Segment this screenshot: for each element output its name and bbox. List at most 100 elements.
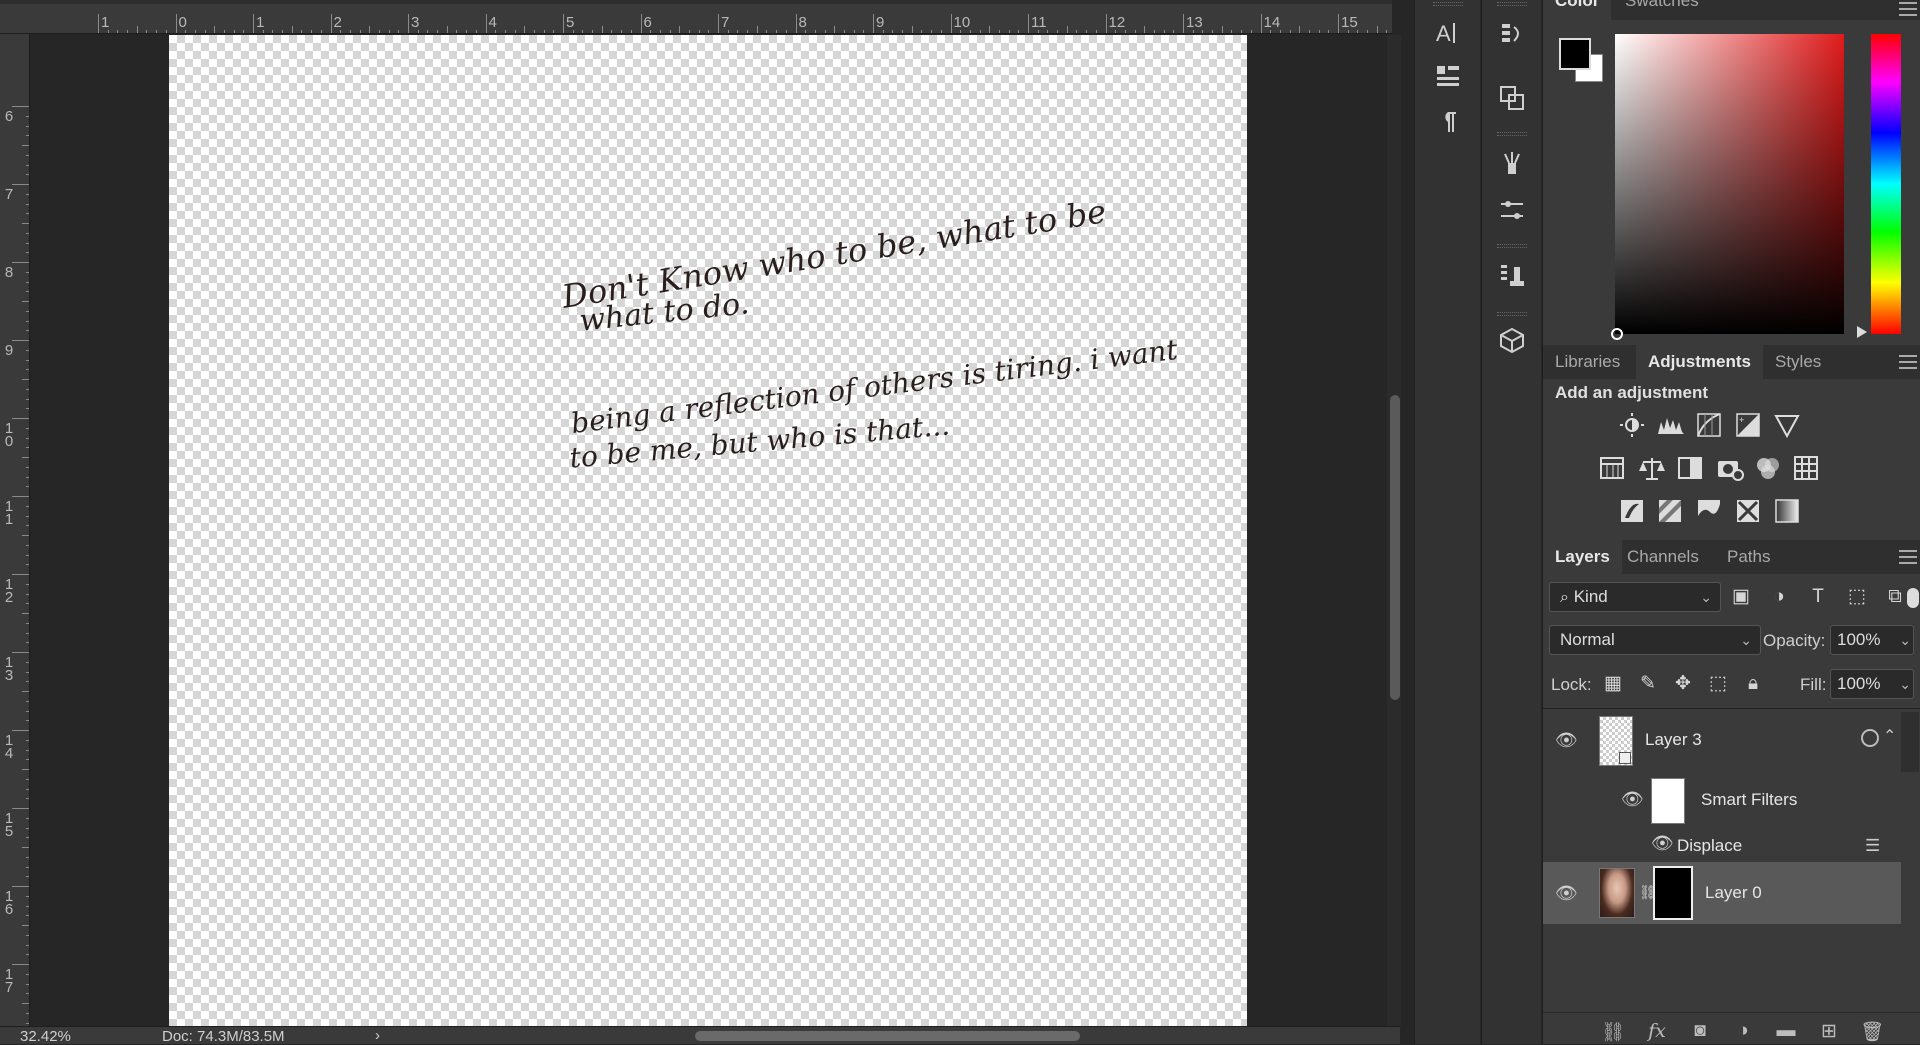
lock-transparent-pixels-icon[interactable]: ▦ <box>1599 670 1627 698</box>
chevron-up-icon[interactable]: ⌃ <box>1883 726 1896 746</box>
layer-thumbnail[interactable] <box>1599 716 1633 766</box>
layer-name[interactable]: Layer 3 <box>1645 730 1702 750</box>
lock-position-icon[interactable]: ✥ <box>1669 670 1697 698</box>
add-mask-icon[interactable]: ◙ <box>1685 1020 1715 1042</box>
curves-icon[interactable] <box>1696 412 1722 438</box>
horizontal-ruler[interactable]: 1 0 1 2 3 4 5 6 7 8 9 10 11 12 13 14 15 <box>0 0 1392 34</box>
tab-layers[interactable]: Layers <box>1543 540 1622 574</box>
visibility-eye-icon[interactable]: 👁︎ <box>1555 883 1578 904</box>
hue-slider[interactable] <box>1871 34 1901 334</box>
vibrance-icon[interactable] <box>1774 412 1800 439</box>
layer-mask-thumbnail[interactable] <box>1653 866 1693 920</box>
tab-paths[interactable]: Paths <box>1715 540 1782 574</box>
glyphs-icon[interactable] <box>1430 58 1466 94</box>
new-layer-icon[interactable]: ⊞ <box>1814 1020 1844 1043</box>
lock-artboard-icon[interactable]: ⬚ <box>1704 670 1732 698</box>
filter-blending-options-icon[interactable]: ☰ <box>1865 836 1880 856</box>
status-menu-arrow[interactable]: › <box>375 1027 380 1044</box>
ruler-minor-tick <box>456 30 458 33</box>
character-icon[interactable]: A <box>1430 15 1466 51</box>
history-icon[interactable] <box>1494 15 1530 51</box>
link-layers-icon[interactable]: ⛓︎ <box>1598 1020 1628 1044</box>
channel-mixer-icon[interactable] <box>1755 455 1781 481</box>
color-lookup-icon[interactable] <box>1793 455 1819 481</box>
color-balance-icon[interactable] <box>1638 455 1665 481</box>
visibility-eye-icon[interactable]: 👁︎ <box>1621 789 1644 810</box>
shape-layer-filter-icon[interactable]: ⬚ <box>1843 583 1871 611</box>
visibility-eye-icon[interactable]: 👁︎ <box>1555 730 1578 751</box>
layer-name[interactable]: Smart Filters <box>1701 790 1797 810</box>
delete-layer-icon[interactable]: 🗑︎ <box>1857 1020 1887 1044</box>
color-picker-field[interactable] <box>1611 34 1844 340</box>
layer-filter-toggle[interactable] <box>1907 588 1919 608</box>
tab-swatches[interactable]: Swatches <box>1613 0 1711 20</box>
ruler-minor-tick <box>679 26 681 33</box>
adjustment-layer-filter-icon[interactable]: ◑ <box>1765 583 1793 611</box>
new-group-icon[interactable]: ▬ <box>1771 1020 1801 1042</box>
selective-color-icon[interactable] <box>1735 498 1761 524</box>
dock-grip[interactable] <box>1497 244 1527 248</box>
panel-menu-icon[interactable] <box>1899 355 1917 369</box>
tab-styles[interactable]: Styles <box>1763 345 1833 379</box>
layers-scrollbar[interactable] <box>1901 712 1919 772</box>
layer-row-layer-3[interactable]: 👁︎ Layer 3 ⌃ <box>1543 710 1901 772</box>
black-white-icon[interactable] <box>1677 455 1703 481</box>
smart-filter-mask-thumbnail[interactable] <box>1651 778 1685 824</box>
layer-name[interactable]: Layer 0 <box>1705 883 1762 903</box>
vertical-ruler[interactable]: 6 7 8 9 10 11 12 13 14 15 16 17 <box>0 34 30 1026</box>
ruler-major-tick <box>640 14 642 33</box>
vertical-scroll-thumb[interactable] <box>1390 395 1400 700</box>
visibility-eye-icon[interactable]: 👁︎ <box>1651 833 1674 854</box>
dock-grip[interactable] <box>1497 2 1527 6</box>
brush-presets-icon[interactable] <box>1494 145 1530 181</box>
dock-grip[interactable] <box>1433 2 1463 6</box>
new-adjustment-layer-icon[interactable]: ◑ <box>1728 1020 1758 1042</box>
tab-adjustments[interactable]: Adjustments <box>1636 345 1763 379</box>
brightness-contrast-icon[interactable] <box>1619 412 1645 438</box>
dock-grip[interactable] <box>1497 312 1527 316</box>
panel-menu-icon[interactable] <box>1899 550 1917 564</box>
document-canvas[interactable]: Don't Know who to be, what to be what to… <box>169 35 1247 1026</box>
panel-menu-icon[interactable] <box>1899 2 1917 16</box>
foreground-color-swatch[interactable] <box>1559 38 1591 70</box>
gradient-map-icon[interactable] <box>1774 498 1800 524</box>
invert-icon[interactable] <box>1619 498 1645 524</box>
hue-slider-handle[interactable] <box>1857 326 1867 338</box>
layer-row-smart-filters[interactable]: 👁︎ Smart Filters <box>1543 772 1901 828</box>
posterize-icon[interactable] <box>1657 498 1683 524</box>
fx-icon[interactable]: fx <box>1642 1020 1672 1042</box>
lock-all-icon[interactable]: 🔒︎ <box>1739 670 1767 698</box>
levels-icon[interactable] <box>1657 412 1684 438</box>
tool-presets-icon[interactable] <box>1494 257 1530 293</box>
hue-saturation-icon[interactable] <box>1599 455 1625 481</box>
filter-name[interactable]: Displace <box>1677 836 1742 856</box>
exposure-icon[interactable]: + <box>1735 412 1761 438</box>
lock-image-pixels-icon[interactable]: ✎ <box>1634 670 1662 698</box>
3d-icon[interactable] <box>1494 322 1530 358</box>
ruler-major-tick <box>12 574 29 575</box>
threshold-icon[interactable] <box>1696 498 1722 524</box>
brush-settings-icon[interactable] <box>1494 192 1530 228</box>
fill-field[interactable]: 100% ⌄ <box>1830 669 1914 699</box>
tab-libraries[interactable]: Libraries <box>1543 345 1632 379</box>
pixel-layer-filter-icon[interactable]: ▣ <box>1727 583 1755 611</box>
opacity-field[interactable]: 100% ⌄ <box>1830 625 1914 655</box>
layer-row-displace-filter[interactable]: 👁︎ Displace ☰ <box>1543 828 1901 860</box>
zoom-level[interactable]: 32.42% <box>20 1028 71 1045</box>
type-layer-filter-icon[interactable]: T <box>1804 583 1832 611</box>
clone-source-icon[interactable] <box>1494 80 1530 116</box>
layer-thumbnail-photo[interactable] <box>1599 868 1635 918</box>
layer-filter-kind-dropdown[interactable]: ⌕ Kind ⌄ <box>1549 582 1721 612</box>
blend-mode-dropdown[interactable]: Normal ⌄ <box>1549 625 1761 655</box>
tab-color[interactable]: Color <box>1543 0 1612 20</box>
horizontal-scroll-thumb[interactable] <box>695 1031 1080 1041</box>
color-picker-handle[interactable] <box>1611 328 1623 340</box>
doc-size-info[interactable]: Doc: 74.3M/83.5M <box>162 1028 285 1045</box>
dock-grip[interactable] <box>1497 132 1527 136</box>
smart-object-filter-icon[interactable]: ⧉ <box>1881 583 1909 611</box>
smart-filter-indicator-icon[interactable] <box>1861 729 1879 747</box>
tab-channels[interactable]: Channels <box>1615 540 1711 574</box>
layer-row-layer-0[interactable]: 👁︎ ⛓︎ Layer 0 <box>1543 862 1901 924</box>
paragraph-icon[interactable] <box>1430 104 1466 140</box>
photo-filter-icon[interactable] <box>1716 455 1744 481</box>
